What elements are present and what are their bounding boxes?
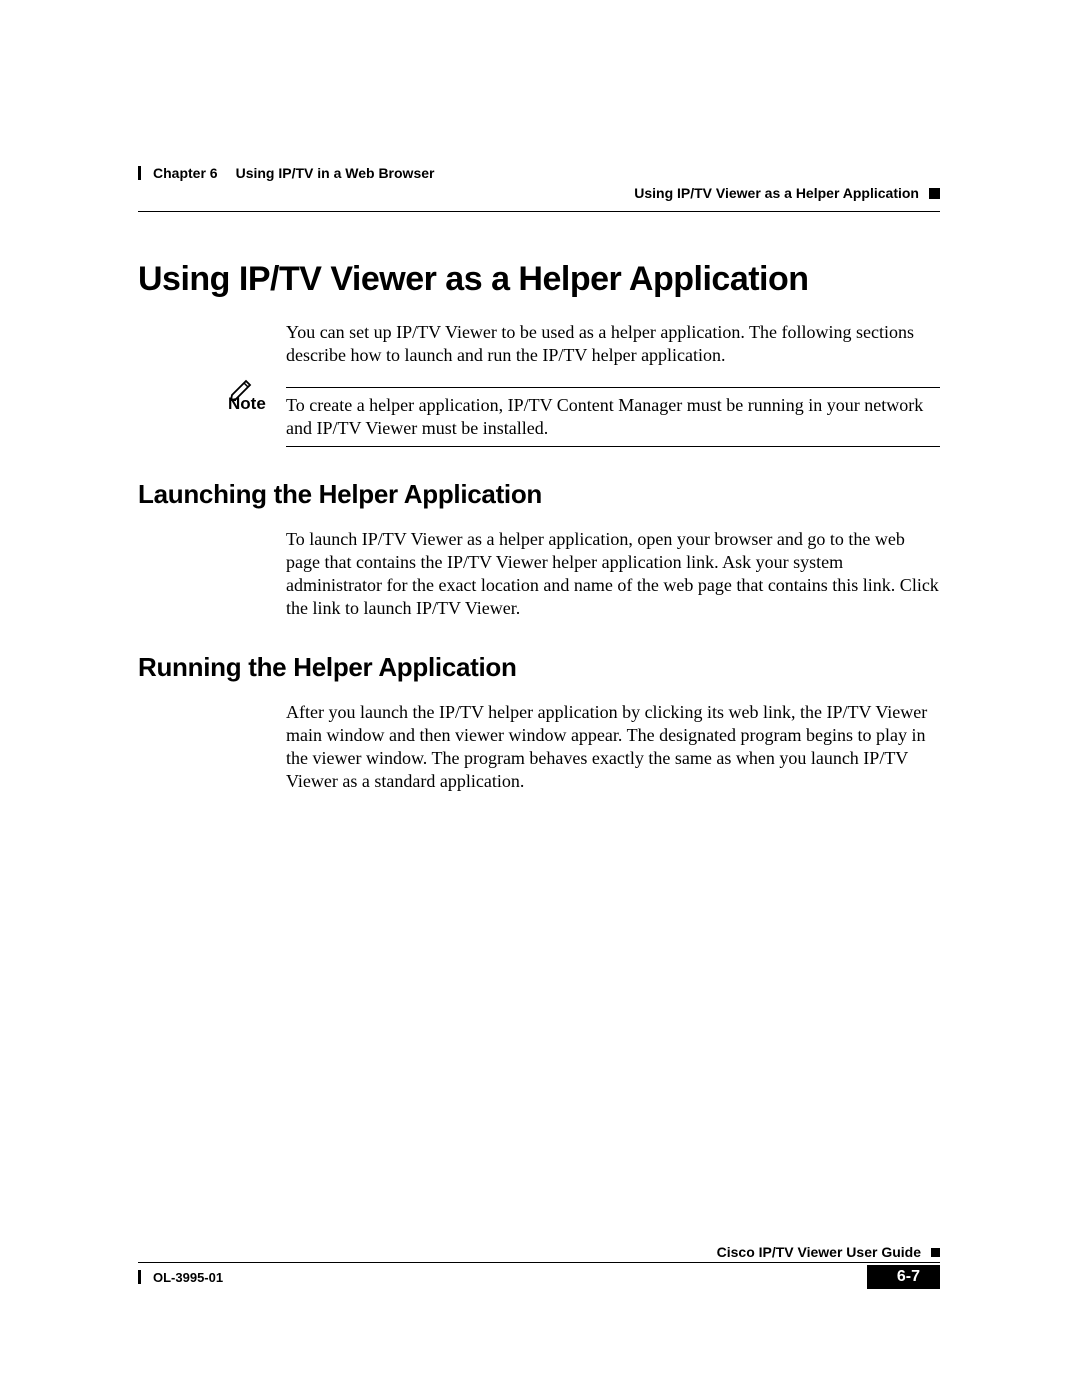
footer-guide-title: Cisco IP/TV Viewer User Guide — [717, 1244, 921, 1260]
footer-square-icon — [931, 1248, 940, 1257]
chapter-title: Using IP/TV in a Web Browser — [236, 165, 435, 181]
footer-tick-mark — [138, 1270, 141, 1284]
header-square-icon — [929, 188, 940, 199]
paragraph-launching: To launch IP/TV Viewer as a helper appli… — [286, 528, 940, 620]
page-content: Chapter 6 Using IP/TV in a Web Browser U… — [138, 165, 940, 1262]
footer-doc-id: OL-3995-01 — [153, 1270, 223, 1285]
chapter-number: Chapter 6 — [153, 165, 218, 181]
footer-left: OL-3995-01 — [138, 1270, 223, 1285]
heading-launching: Launching the Helper Application — [138, 479, 940, 510]
footer-rule — [138, 1262, 940, 1263]
page-number: 6-7 — [867, 1265, 940, 1289]
paragraph-running: After you launch the IP/TV helper applic… — [286, 701, 940, 793]
note-text: To create a helper application, IP/TV Co… — [286, 394, 940, 440]
section-title: Using IP/TV Viewer as a Helper Applicati… — [634, 185, 919, 201]
header-tick-mark — [138, 166, 141, 180]
intro-paragraph: You can set up IP/TV Viewer to be used a… — [286, 321, 940, 367]
page-footer: Cisco IP/TV Viewer User Guide OL-3995-01… — [138, 1244, 940, 1289]
footer-bottom-row: OL-3995-01 6-7 — [138, 1265, 940, 1289]
note-block: Note To create a helper application, IP/… — [228, 387, 940, 447]
note-rule-bottom — [286, 446, 940, 447]
header-chapter-line: Chapter 6 Using IP/TV in a Web Browser — [138, 165, 940, 181]
heading-1: Using IP/TV Viewer as a Helper Applicati… — [138, 260, 940, 299]
note-row: Note To create a helper application, IP/… — [228, 394, 940, 440]
header-rule — [138, 211, 940, 212]
heading-running: Running the Helper Application — [138, 652, 940, 683]
header-section-line: Using IP/TV Viewer as a Helper Applicati… — [138, 185, 940, 201]
footer-top-row: Cisco IP/TV Viewer User Guide — [138, 1244, 940, 1260]
pencil-icon — [228, 379, 256, 406]
note-rule-top — [286, 387, 940, 388]
